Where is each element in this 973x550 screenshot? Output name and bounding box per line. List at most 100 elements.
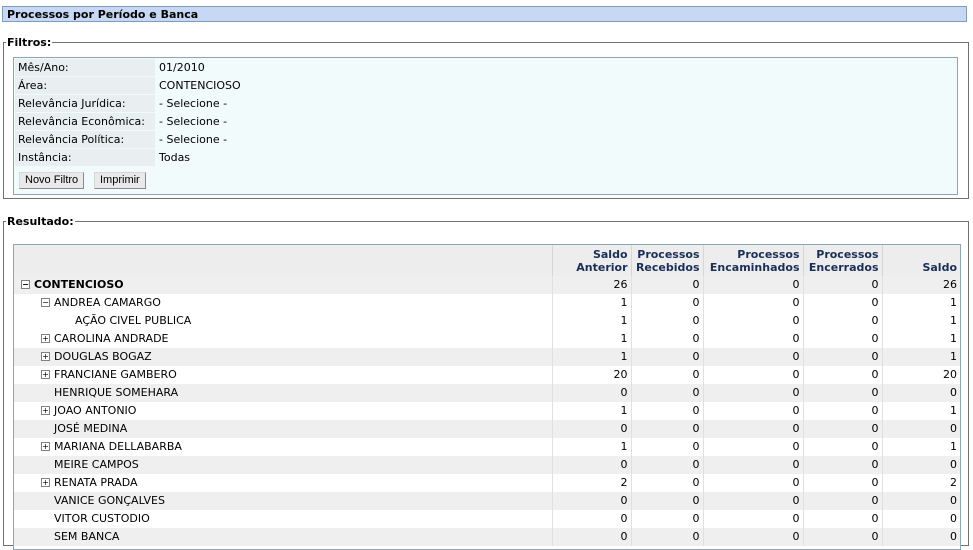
balance-cell: 1: [882, 330, 960, 348]
row-name-label: DOUGLAS BOGAZ: [54, 350, 152, 363]
received-cell: 0: [631, 312, 704, 330]
balance-cell: 1: [882, 294, 960, 312]
filter-value: CONTENCIOSO: [159, 79, 241, 92]
collapse-icon[interactable]: −: [41, 297, 50, 307]
closed-cell: 0: [803, 438, 883, 456]
table-row: HENRIQUE SOMEHARA 0 0 0 0 0: [14, 384, 960, 402]
closed-cell: 0: [803, 348, 883, 366]
table-row: + RENATA PRADA 2 0 0 0 2: [14, 474, 960, 492]
results-box: Saldo Anterior Processos Recebidos Process…: [13, 244, 961, 550]
filter-row-legal-relevance: Relevância Jurídica: - Selecione -: [14, 95, 957, 113]
filter-row-month-year: Mês/Ano: 01/2010: [14, 59, 957, 77]
previous-balance-cell: 0: [552, 420, 632, 438]
row-name-cell: VITOR CUSTODIO: [14, 510, 553, 528]
filter-label: Área:: [15, 77, 155, 94]
results-table-body: − CONTENCIOSO 26 0 0 0 26− ANDREA CAMARGO 1 0 0 0 1 A…: [14, 276, 960, 546]
column-header-line: Saldo: [922, 261, 957, 274]
previous-balance-cell: 0: [552, 528, 632, 546]
forwarded-cell: 0: [703, 528, 804, 546]
forwarded-cell: 0: [703, 456, 804, 474]
results-table: Saldo Anterior Processos Recebidos Process…: [14, 245, 960, 546]
previous-balance-cell: 1: [552, 438, 632, 456]
row-name-label: ANDREA CAMARGO: [54, 296, 161, 309]
forwarded-cell: 0: [703, 330, 804, 348]
filter-value: Todas: [159, 151, 191, 164]
print-button[interactable]: Imprimir: [94, 172, 146, 189]
table-row: − ANDREA CAMARGO 1 0 0 0 1: [14, 294, 960, 312]
balance-cell: 0: [882, 510, 960, 528]
previous-balance-cell: 0: [552, 492, 632, 510]
forwarded-cell: 0: [703, 420, 804, 438]
results-panel: Resultado: Saldo Anterior Processos Recebi…: [3, 215, 969, 550]
forwarded-cell: 0: [703, 474, 804, 492]
balance-cell: 1: [882, 402, 960, 420]
balance-cell: 0: [882, 456, 960, 474]
balance-cell: 1: [882, 312, 960, 330]
balance-cell: 2: [882, 474, 960, 492]
received-cell: 0: [631, 420, 704, 438]
table-row: JOSÉ MEDINA 0 0 0 0 0: [14, 420, 960, 438]
forwarded-cell: 0: [703, 294, 804, 312]
row-name-cell: − ANDREA CAMARGO: [14, 294, 553, 312]
filters-box: Mês/Ano: 01/2010 Área: CONTENCIOSO Relev…: [13, 57, 958, 195]
row-name-label: AÇÃO CIVEL PUBLICA: [75, 314, 192, 327]
table-row: + FRANCIANE GAMBERO 20 0 0 0 20: [14, 366, 960, 384]
row-name-cell: HENRIQUE SOMEHARA: [14, 384, 553, 402]
balance-cell: 0: [882, 492, 960, 510]
row-name-label: HENRIQUE SOMEHARA: [54, 386, 179, 399]
column-header-line: Processos: [737, 248, 800, 261]
previous-balance-cell: 1: [552, 312, 632, 330]
column-header-forwarded: Processos Encaminhados: [703, 245, 804, 276]
closed-cell: 0: [803, 474, 883, 492]
row-name-cell: SEM BANCA: [14, 528, 553, 546]
closed-cell: 0: [803, 366, 883, 384]
closed-cell: 0: [803, 528, 883, 546]
filter-label: Relevância Econômica:: [15, 113, 155, 130]
new-filter-button[interactable]: Novo Filtro: [19, 172, 85, 189]
row-name-cell: + MARIANA DELLABARBA: [14, 438, 553, 456]
closed-cell: 0: [803, 420, 883, 438]
filter-row-political-relevance: Relevância Política: - Selecione -: [14, 131, 957, 149]
received-cell: 0: [631, 456, 704, 474]
forwarded-cell: 0: [703, 384, 804, 402]
expand-icon[interactable]: +: [41, 441, 50, 451]
previous-balance-cell: 1: [552, 348, 632, 366]
balance-cell: 0: [882, 384, 960, 402]
table-row: VANICE GONÇALVES 0 0 0 0 0: [14, 492, 960, 510]
forwarded-cell: 0: [703, 492, 804, 510]
table-row: VITOR CUSTODIO 0 0 0 0 0: [14, 510, 960, 528]
filter-label: Relevância Política:: [15, 131, 155, 148]
balance-cell: 0: [882, 528, 960, 546]
expand-icon[interactable]: +: [41, 369, 50, 379]
filter-value: 01/2010: [159, 61, 205, 74]
previous-balance-cell: 0: [552, 510, 632, 528]
received-cell: 0: [631, 384, 704, 402]
column-header-line: Processos: [637, 248, 700, 261]
row-name-label: MEIRE CAMPOS: [54, 458, 139, 471]
balance-cell: 1: [882, 348, 960, 366]
table-row: + DOUGLAS BOGAZ 1 0 0 0 1: [14, 348, 960, 366]
expand-icon[interactable]: +: [41, 333, 50, 343]
filter-label: Relevância Jurídica:: [15, 95, 155, 112]
expand-icon[interactable]: +: [41, 351, 50, 361]
expand-icon[interactable]: +: [41, 405, 50, 415]
filters-panel: Filtros: Mês/Ano: 01/2010 Área: CONTENCI…: [3, 36, 969, 199]
column-header-balance: Saldo: [882, 245, 960, 276]
forwarded-cell: 0: [703, 276, 804, 294]
filter-value: - Selecione -: [159, 115, 228, 128]
expand-icon[interactable]: +: [41, 477, 50, 487]
previous-balance-cell: 1: [552, 402, 632, 420]
table-row: SEM BANCA 0 0 0 0 0: [14, 528, 960, 546]
column-header-line: Processos: [816, 248, 879, 261]
page-title: Processos por Período e Banca: [2, 6, 967, 22]
forwarded-cell: 0: [703, 312, 804, 330]
column-header-line: Anterior: [576, 261, 628, 274]
filter-row-instance: Instância: Todas: [14, 149, 957, 167]
filter-value: - Selecione -: [159, 97, 228, 110]
previous-balance-cell: 2: [552, 474, 632, 492]
row-name-label: VITOR CUSTODIO: [54, 512, 150, 525]
previous-balance-cell: 0: [552, 456, 632, 474]
collapse-icon[interactable]: −: [21, 279, 30, 289]
received-cell: 0: [631, 492, 704, 510]
row-name-cell: + FRANCIANE GAMBERO: [14, 366, 553, 384]
